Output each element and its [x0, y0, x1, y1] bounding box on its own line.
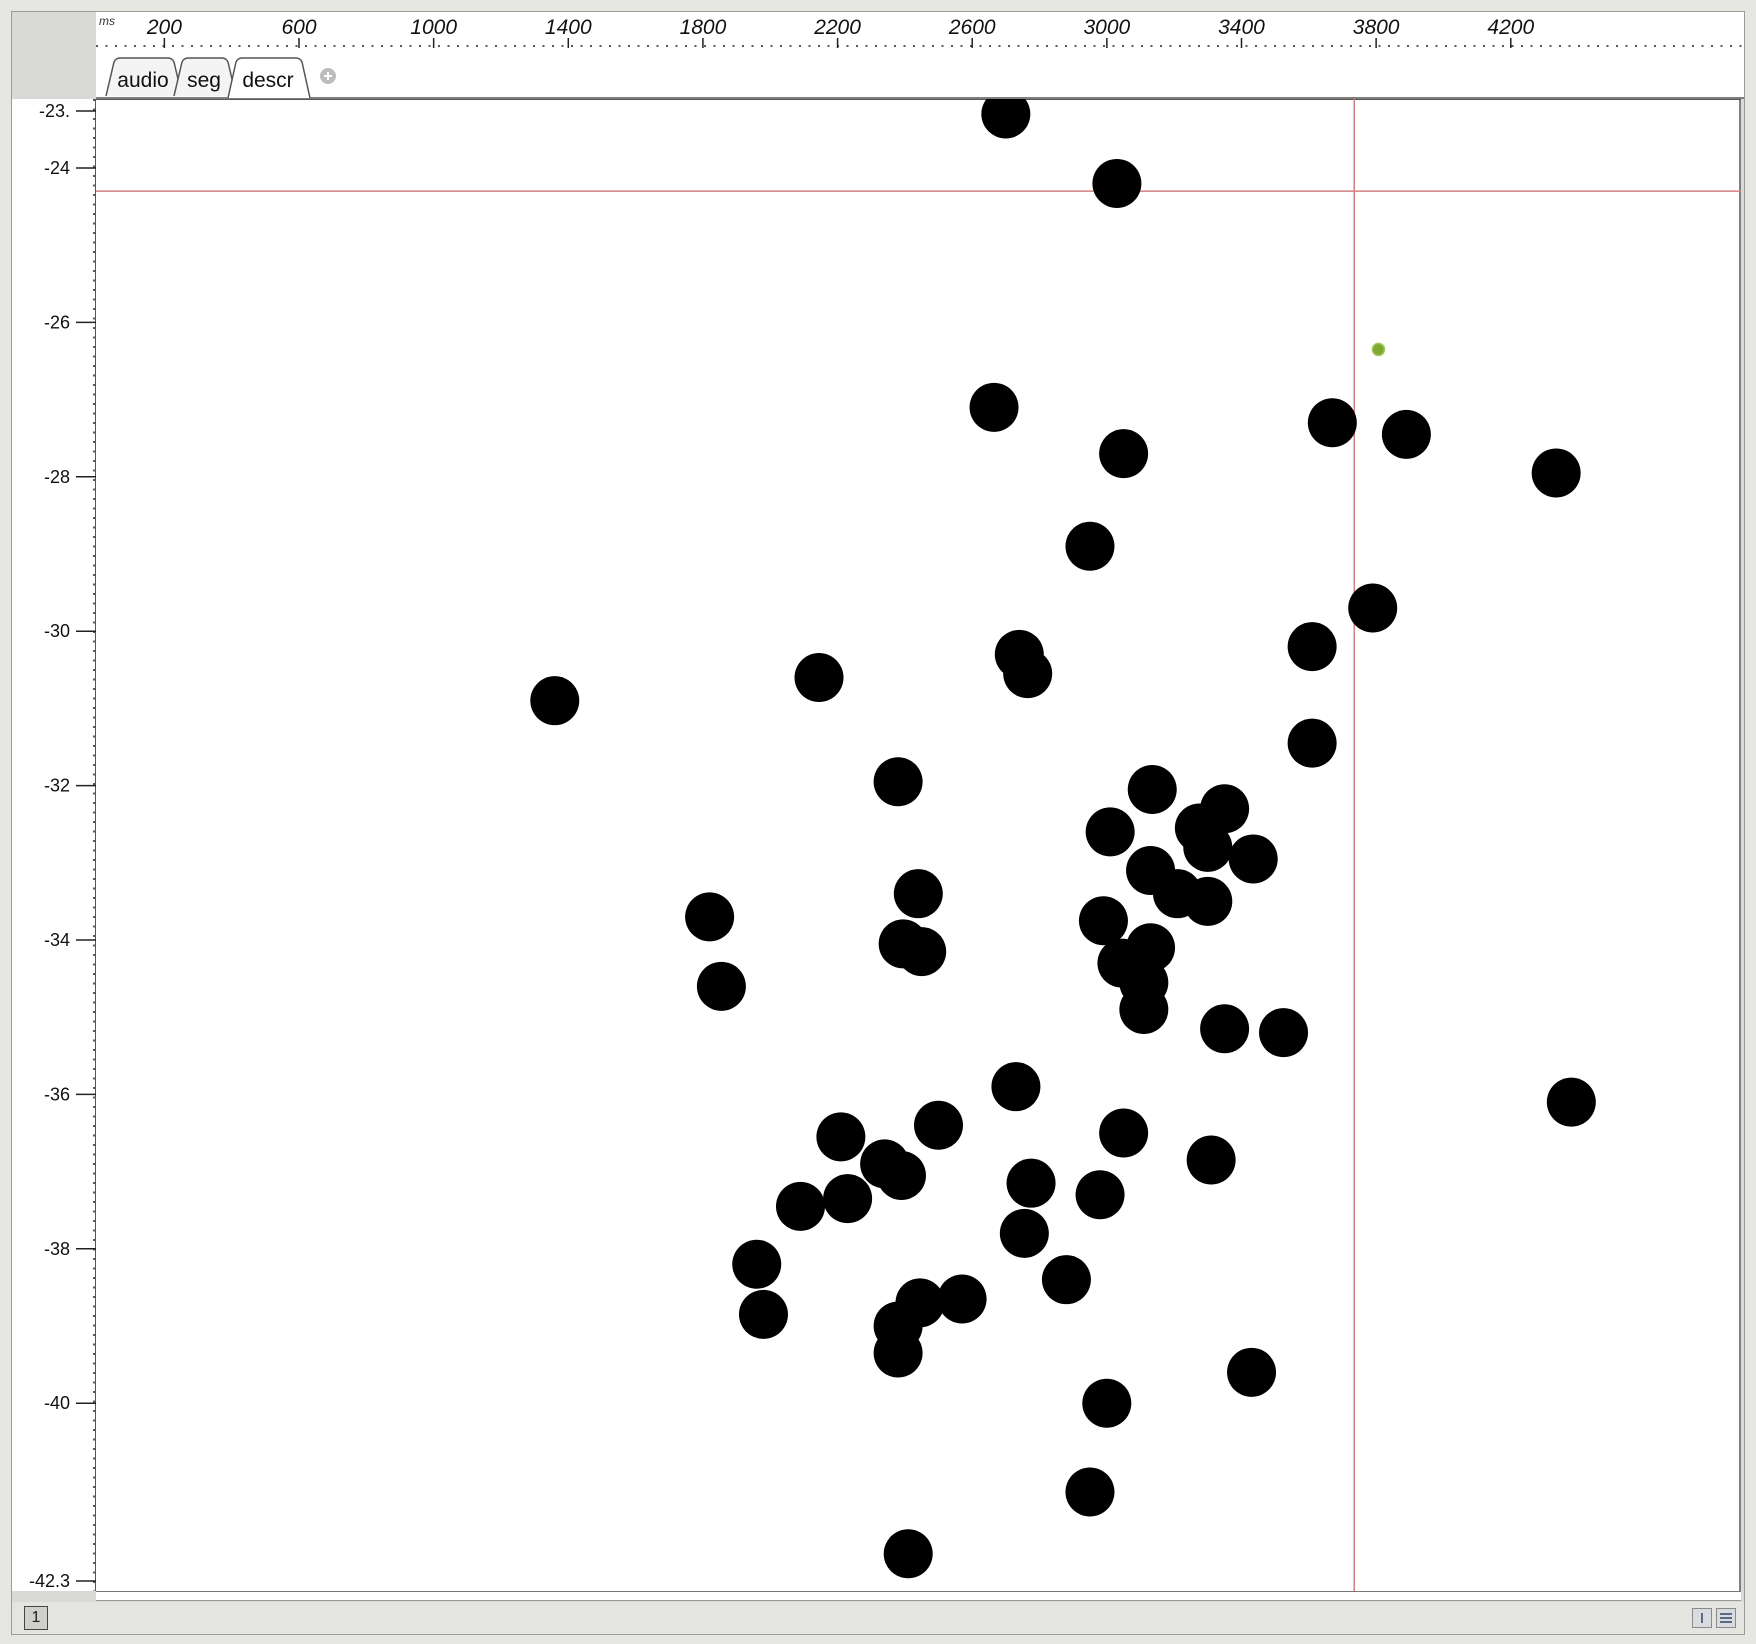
scatter-point[interactable] — [732, 1239, 782, 1289]
value-tick-label: -40 — [44, 1393, 70, 1413]
scatter-point[interactable] — [1186, 1135, 1236, 1185]
tab-label: descr — [242, 69, 293, 92]
scatter-point[interactable] — [873, 757, 923, 807]
time-ruler: 200 600 1000 1400 1800 2200 2600 3000 3400 3800 42… — [96, 12, 1744, 48]
scatter-point[interactable] — [1228, 834, 1278, 884]
status-bar: 1 — [12, 1602, 1744, 1634]
scatter-point[interactable] — [1099, 429, 1149, 479]
ruler-tick-label: 3800 — [1353, 16, 1400, 39]
scatter-point[interactable] — [1078, 896, 1128, 946]
scatter-point[interactable] — [1041, 1255, 1091, 1305]
list-view-icon[interactable] — [1716, 1608, 1736, 1628]
tab-label: audio — [117, 69, 168, 92]
scatter-point[interactable] — [696, 961, 746, 1011]
scatter-point[interactable] — [1119, 984, 1169, 1034]
scatter-point[interactable] — [1183, 822, 1233, 872]
ruler-tick-label: 2200 — [813, 16, 861, 39]
ruler-tick-label: 3000 — [1083, 16, 1130, 39]
scatter-point[interactable] — [1092, 158, 1142, 208]
tab-strip: audio seg descr — [96, 48, 1744, 99]
scatter-point[interactable] — [1531, 448, 1581, 498]
value-tick-label: -38 — [44, 1239, 70, 1259]
scatter-plot-area[interactable] — [96, 99, 1741, 1591]
add-tab-icon[interactable] — [320, 68, 336, 84]
ruler-tick-label: 4200 — [1487, 16, 1534, 39]
value-tick-label: -34 — [44, 930, 70, 950]
scatter-point[interactable] — [1307, 398, 1357, 448]
value-tick-label: -24 — [44, 158, 70, 178]
scatter-point[interactable] — [823, 1174, 873, 1224]
scatter-point[interactable] — [1348, 583, 1398, 633]
scatter-point[interactable] — [883, 1529, 933, 1579]
scatter-point[interactable] — [937, 1274, 987, 1324]
scatter-point[interactable] — [876, 1150, 926, 1200]
scatter-point[interactable] — [1075, 1170, 1125, 1220]
scatter-point[interactable] — [1200, 1004, 1250, 1054]
ruler-tick-label: 1000 — [410, 16, 457, 39]
scatter-point[interactable] — [981, 99, 1031, 139]
tab-label: seg — [187, 69, 221, 92]
ruler-tick-label: 1800 — [680, 16, 727, 39]
horizontal-scrollbar[interactable] — [96, 1591, 1741, 1601]
tab-audio[interactable]: audio — [105, 57, 183, 97]
scatter-point[interactable] — [1006, 1158, 1056, 1208]
scatter-point[interactable] — [1082, 1378, 1132, 1428]
value-tick-label: -36 — [44, 1084, 70, 1104]
scatter-point[interactable] — [1127, 764, 1177, 814]
ruler-unit-label: ms — [99, 14, 115, 28]
page-number-badge[interactable]: 1 — [24, 1606, 48, 1630]
ruler-tick-label: 3400 — [1218, 16, 1265, 39]
scatter-point[interactable] — [1381, 409, 1431, 459]
scatter-point[interactable] — [1259, 1008, 1309, 1058]
scatter-point[interactable] — [873, 1328, 923, 1378]
value-tick-label: -30 — [44, 621, 70, 641]
tab-seg[interactable]: seg — [173, 57, 237, 97]
scatter-point[interactable] — [897, 927, 947, 977]
scatter-point[interactable] — [1546, 1077, 1596, 1127]
single-view-icon[interactable] — [1692, 1608, 1712, 1628]
scatter-point[interactable] — [1085, 807, 1135, 857]
scatter-point[interactable] — [1183, 876, 1233, 926]
ruler-tick-label: 1400 — [545, 16, 592, 39]
scatter-point[interactable] — [969, 382, 1019, 432]
tab-descr[interactable]: descr — [227, 57, 311, 99]
value-tick-label: -23. — [39, 101, 70, 121]
scatter-point[interactable] — [530, 676, 580, 726]
scatter-point[interactable] — [816, 1112, 866, 1162]
scatter-point[interactable] — [738, 1289, 788, 1339]
scatter-point[interactable] — [794, 653, 844, 703]
value-tick-label: -32 — [44, 776, 70, 796]
ruler-tick-label: 200 — [146, 16, 182, 39]
scatter-point[interactable] — [685, 892, 735, 942]
scatter-point[interactable] — [1287, 622, 1337, 672]
scatter-point[interactable] — [1003, 649, 1053, 699]
scatter-point[interactable] — [914, 1100, 963, 1150]
scatter-point[interactable] — [893, 869, 943, 919]
ruler-tick-label: 2600 — [948, 16, 996, 39]
ruler-tick-label: 600 — [281, 16, 316, 39]
scatter-point[interactable] — [1099, 1108, 1149, 1158]
scatter-point[interactable] — [999, 1208, 1049, 1258]
value-tick-label: -26 — [44, 312, 70, 332]
scatter-point[interactable] — [1227, 1347, 1277, 1397]
window-edge — [0, 0, 11, 1644]
scatter-point[interactable] — [1065, 1467, 1115, 1517]
value-tick-label: -42.3 — [29, 1571, 70, 1591]
value-ruler: -23. -24 -26 -28 -30 -32 -34 -36 -38 -40 -42.3 — [12, 99, 96, 1591]
scatter-point[interactable] — [991, 1062, 1041, 1112]
value-tick-label: -28 — [44, 467, 70, 487]
highlighted-point[interactable] — [1371, 342, 1386, 357]
scatter-point[interactable] — [775, 1181, 825, 1231]
scatter-point[interactable] — [1065, 521, 1115, 571]
scatter-point[interactable] — [1287, 718, 1337, 768]
